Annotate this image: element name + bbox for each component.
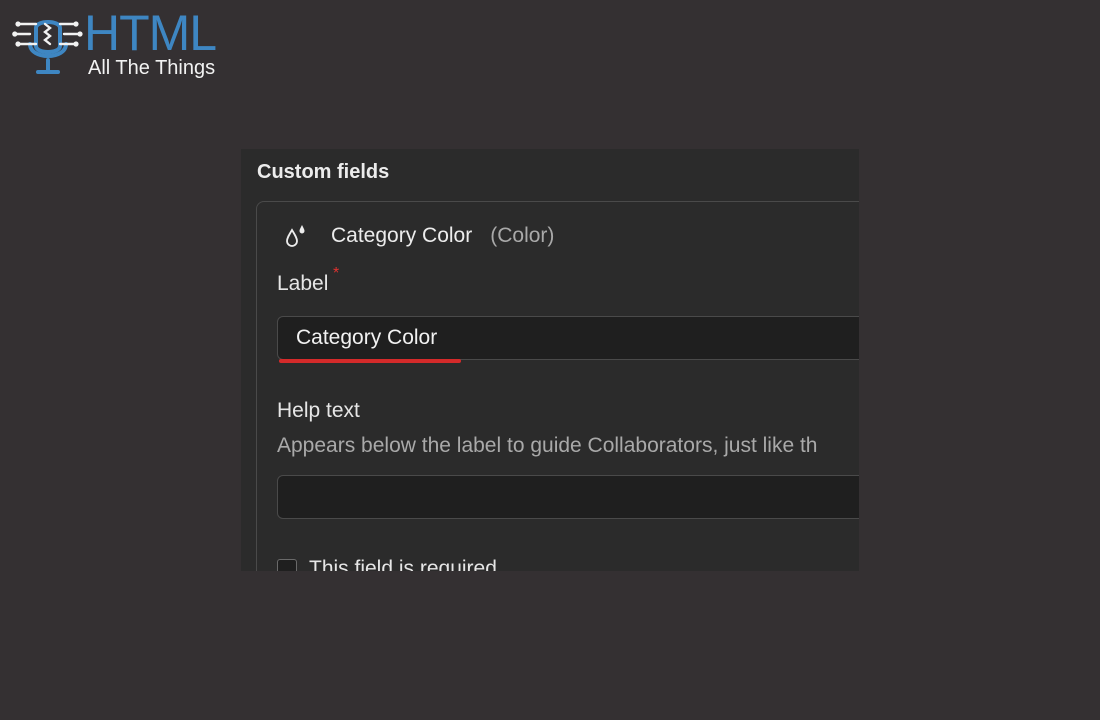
required-checkbox[interactable] (277, 559, 297, 571)
help-text-description: Appears below the label to guide Collabo… (277, 434, 818, 457)
required-asterisk: * (333, 265, 340, 282)
help-text-title: Help text (277, 399, 360, 422)
required-checkbox-label: This field is required (309, 557, 497, 571)
custom-fields-panel: Custom fields Category Color (Color) Lab… (241, 149, 859, 571)
help-text-input[interactable] (277, 475, 859, 519)
label-field-title: Label (277, 272, 329, 295)
required-toggle-row[interactable]: This field is required (277, 557, 497, 571)
color-drop-icon (286, 225, 305, 247)
logo-title: HTML (84, 5, 217, 61)
spellcheck-underline (279, 359, 461, 363)
logo-subtitle: All The Things (88, 57, 216, 79)
label-input[interactable] (277, 316, 859, 360)
custom-field-card: Category Color (Color) Label * Help text… (256, 201, 859, 571)
field-name: Category Color (331, 224, 473, 247)
panel-title: Custom fields (257, 161, 390, 183)
field-header: Category Color (Color) (285, 224, 554, 248)
brand-logo: HTML All The Things (12, 8, 242, 84)
field-type: (Color) (490, 224, 555, 247)
microphone-circuit-icon (12, 20, 83, 74)
